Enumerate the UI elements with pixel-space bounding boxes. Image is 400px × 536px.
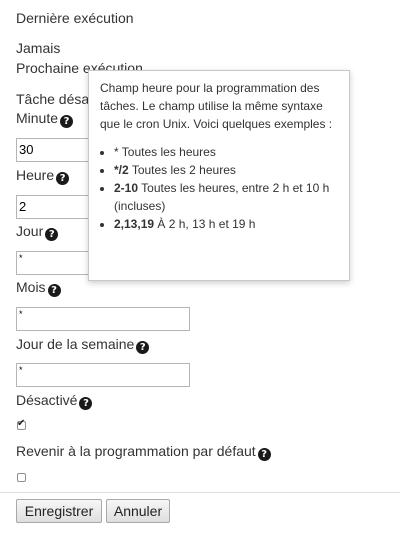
reset-default-label: Revenir à la programmation par défaut?	[16, 443, 271, 461]
reset-default-label-text: Revenir à la programmation par défaut	[16, 443, 256, 459]
weekday-input[interactable]: *	[16, 363, 190, 387]
reset-default-checkbox[interactable]	[17, 473, 26, 482]
minute-label: Minute?	[16, 110, 74, 128]
question-circle-icon[interactable]: ?	[136, 341, 150, 354]
day-label: Jour?	[16, 223, 59, 241]
last-run-value: Jamais	[16, 40, 61, 56]
question-circle-icon[interactable]: ?	[257, 448, 271, 461]
tooltip-intro: Champ heure pour la programmation des tâ…	[100, 81, 333, 131]
example-code: 2,13,19	[114, 217, 155, 231]
question-circle-icon[interactable]: ?	[79, 397, 93, 410]
hour-label-text: Heure	[16, 167, 55, 183]
example-code: 2-10	[114, 181, 139, 195]
example-text: À 2 h, 13 h et 19 h	[157, 217, 256, 231]
question-circle-icon[interactable]: ?	[45, 228, 59, 241]
last-run-label: Dernière exécution	[16, 10, 134, 26]
save-button[interactable]: Enregistrer	[16, 499, 102, 523]
question-circle-icon[interactable]: ?	[60, 115, 74, 128]
minute-label-text: Minute	[16, 110, 59, 126]
example-code: *	[114, 145, 119, 159]
cancel-button[interactable]: Annuler	[106, 499, 170, 523]
question-circle-icon[interactable]: ?	[56, 172, 70, 185]
disabled-checkbox[interactable]: ✔	[17, 418, 26, 430]
month-input[interactable]: *	[16, 307, 190, 331]
divider	[0, 492, 400, 493]
checkmark-icon: ✔	[17, 418, 26, 429]
hour-help-tooltip: Champ heure pour la programmation des tâ…	[88, 70, 350, 281]
list-item: */2 Toutes les 2 heures	[114, 161, 339, 179]
example-code: */2	[114, 163, 129, 177]
disabled-label-text: Désactivé	[16, 392, 78, 408]
month-label: Mois?	[16, 279, 61, 297]
list-item: * Toutes les heures	[114, 143, 339, 161]
day-label-text: Jour	[16, 223, 44, 239]
question-circle-icon[interactable]: ?	[47, 284, 61, 297]
task-disabled-label: Tâche désa	[16, 91, 90, 107]
weekday-label: Jour de la semaine?	[16, 336, 150, 354]
weekday-label-text: Jour de la semaine	[16, 336, 135, 352]
example-text: Toutes les heures, entre 2 h et 10 h (in…	[114, 181, 330, 213]
hour-label: Heure?	[16, 167, 70, 185]
list-item: 2,13,19 À 2 h, 13 h et 19 h	[114, 215, 339, 233]
example-text: Toutes les 2 heures	[131, 163, 236, 177]
list-item: 2-10 Toutes les heures, entre 2 h et 10 …	[114, 179, 339, 215]
tooltip-examples-list: * Toutes les heures */2 Toutes les 2 heu…	[100, 143, 339, 233]
example-text: Toutes les heures	[121, 145, 216, 159]
disabled-label: Désactivé?	[16, 392, 93, 410]
month-label-text: Mois	[16, 279, 46, 295]
